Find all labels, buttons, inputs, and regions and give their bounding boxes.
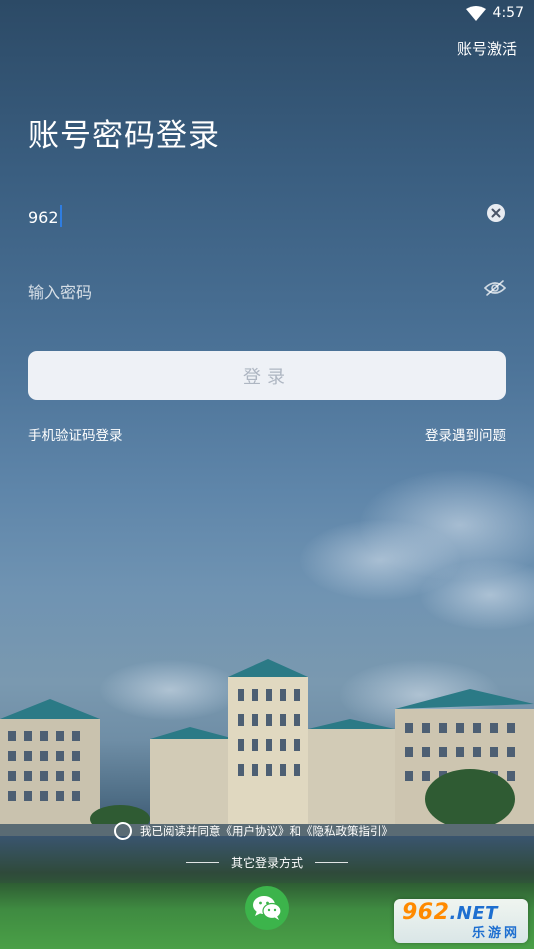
watermark-cn: 乐游网 [471,926,520,941]
login-trouble-link[interactable]: 登录遇到问题 [425,424,506,444]
account-input-value: 962 [28,208,59,227]
password-input[interactable]: 输入密码 [28,279,92,303]
background-cloud [420,560,534,630]
status-bar: 4:57 [0,0,534,28]
agreement-conjunction: 和 [289,824,302,838]
user-agreement-link[interactable]: 《用户协议》 [221,823,290,839]
account-field[interactable]: 962 [28,196,506,236]
password-field[interactable]: 输入密码 [28,270,506,310]
page-title: 账号密码登录 [28,118,220,154]
login-button[interactable]: 登录 [28,351,506,400]
sms-login-link[interactable]: 手机验证码登录 [28,424,123,444]
site-watermark-logo: 962.NET 乐游网 [394,899,528,943]
background-cloud [340,660,500,730]
divider-line-right [315,862,348,863]
other-login-label: 其它登录方式 [230,856,303,870]
agreement-row: 我已阅读并同意 《用户协议》 和 《隐私政策指引》 [114,820,393,842]
watermark-suffix: .NET [449,903,498,924]
background-cloud [300,520,460,600]
wechat-icon [253,896,282,920]
divider-line-left [185,862,219,863]
eye-off-icon[interactable] [484,279,506,297]
status-time: 4:57 [492,5,524,21]
login-screen: 4:57 账号激活 账号密码登录 962 输入密码 登录 手机验证码登录 登录遇… [0,0,534,949]
other-login-divider: 其它登录方式 [0,854,534,871]
radio-unchecked-icon[interactable] [114,822,132,840]
watermark-number: 962 [402,900,450,925]
background-cloud [100,660,240,720]
privacy-policy-link[interactable]: 《隐私政策指引》 [301,823,393,839]
agreement-prefix: 我已阅读并同意 [140,824,221,838]
account-input[interactable]: 962 [28,205,62,227]
clear-icon[interactable] [486,203,506,223]
wechat-login-button[interactable] [245,886,289,930]
text-caret [59,205,62,227]
background-cloud [360,470,534,580]
wifi-icon [466,6,486,21]
account-activate-link[interactable]: 账号激活 [457,38,517,59]
